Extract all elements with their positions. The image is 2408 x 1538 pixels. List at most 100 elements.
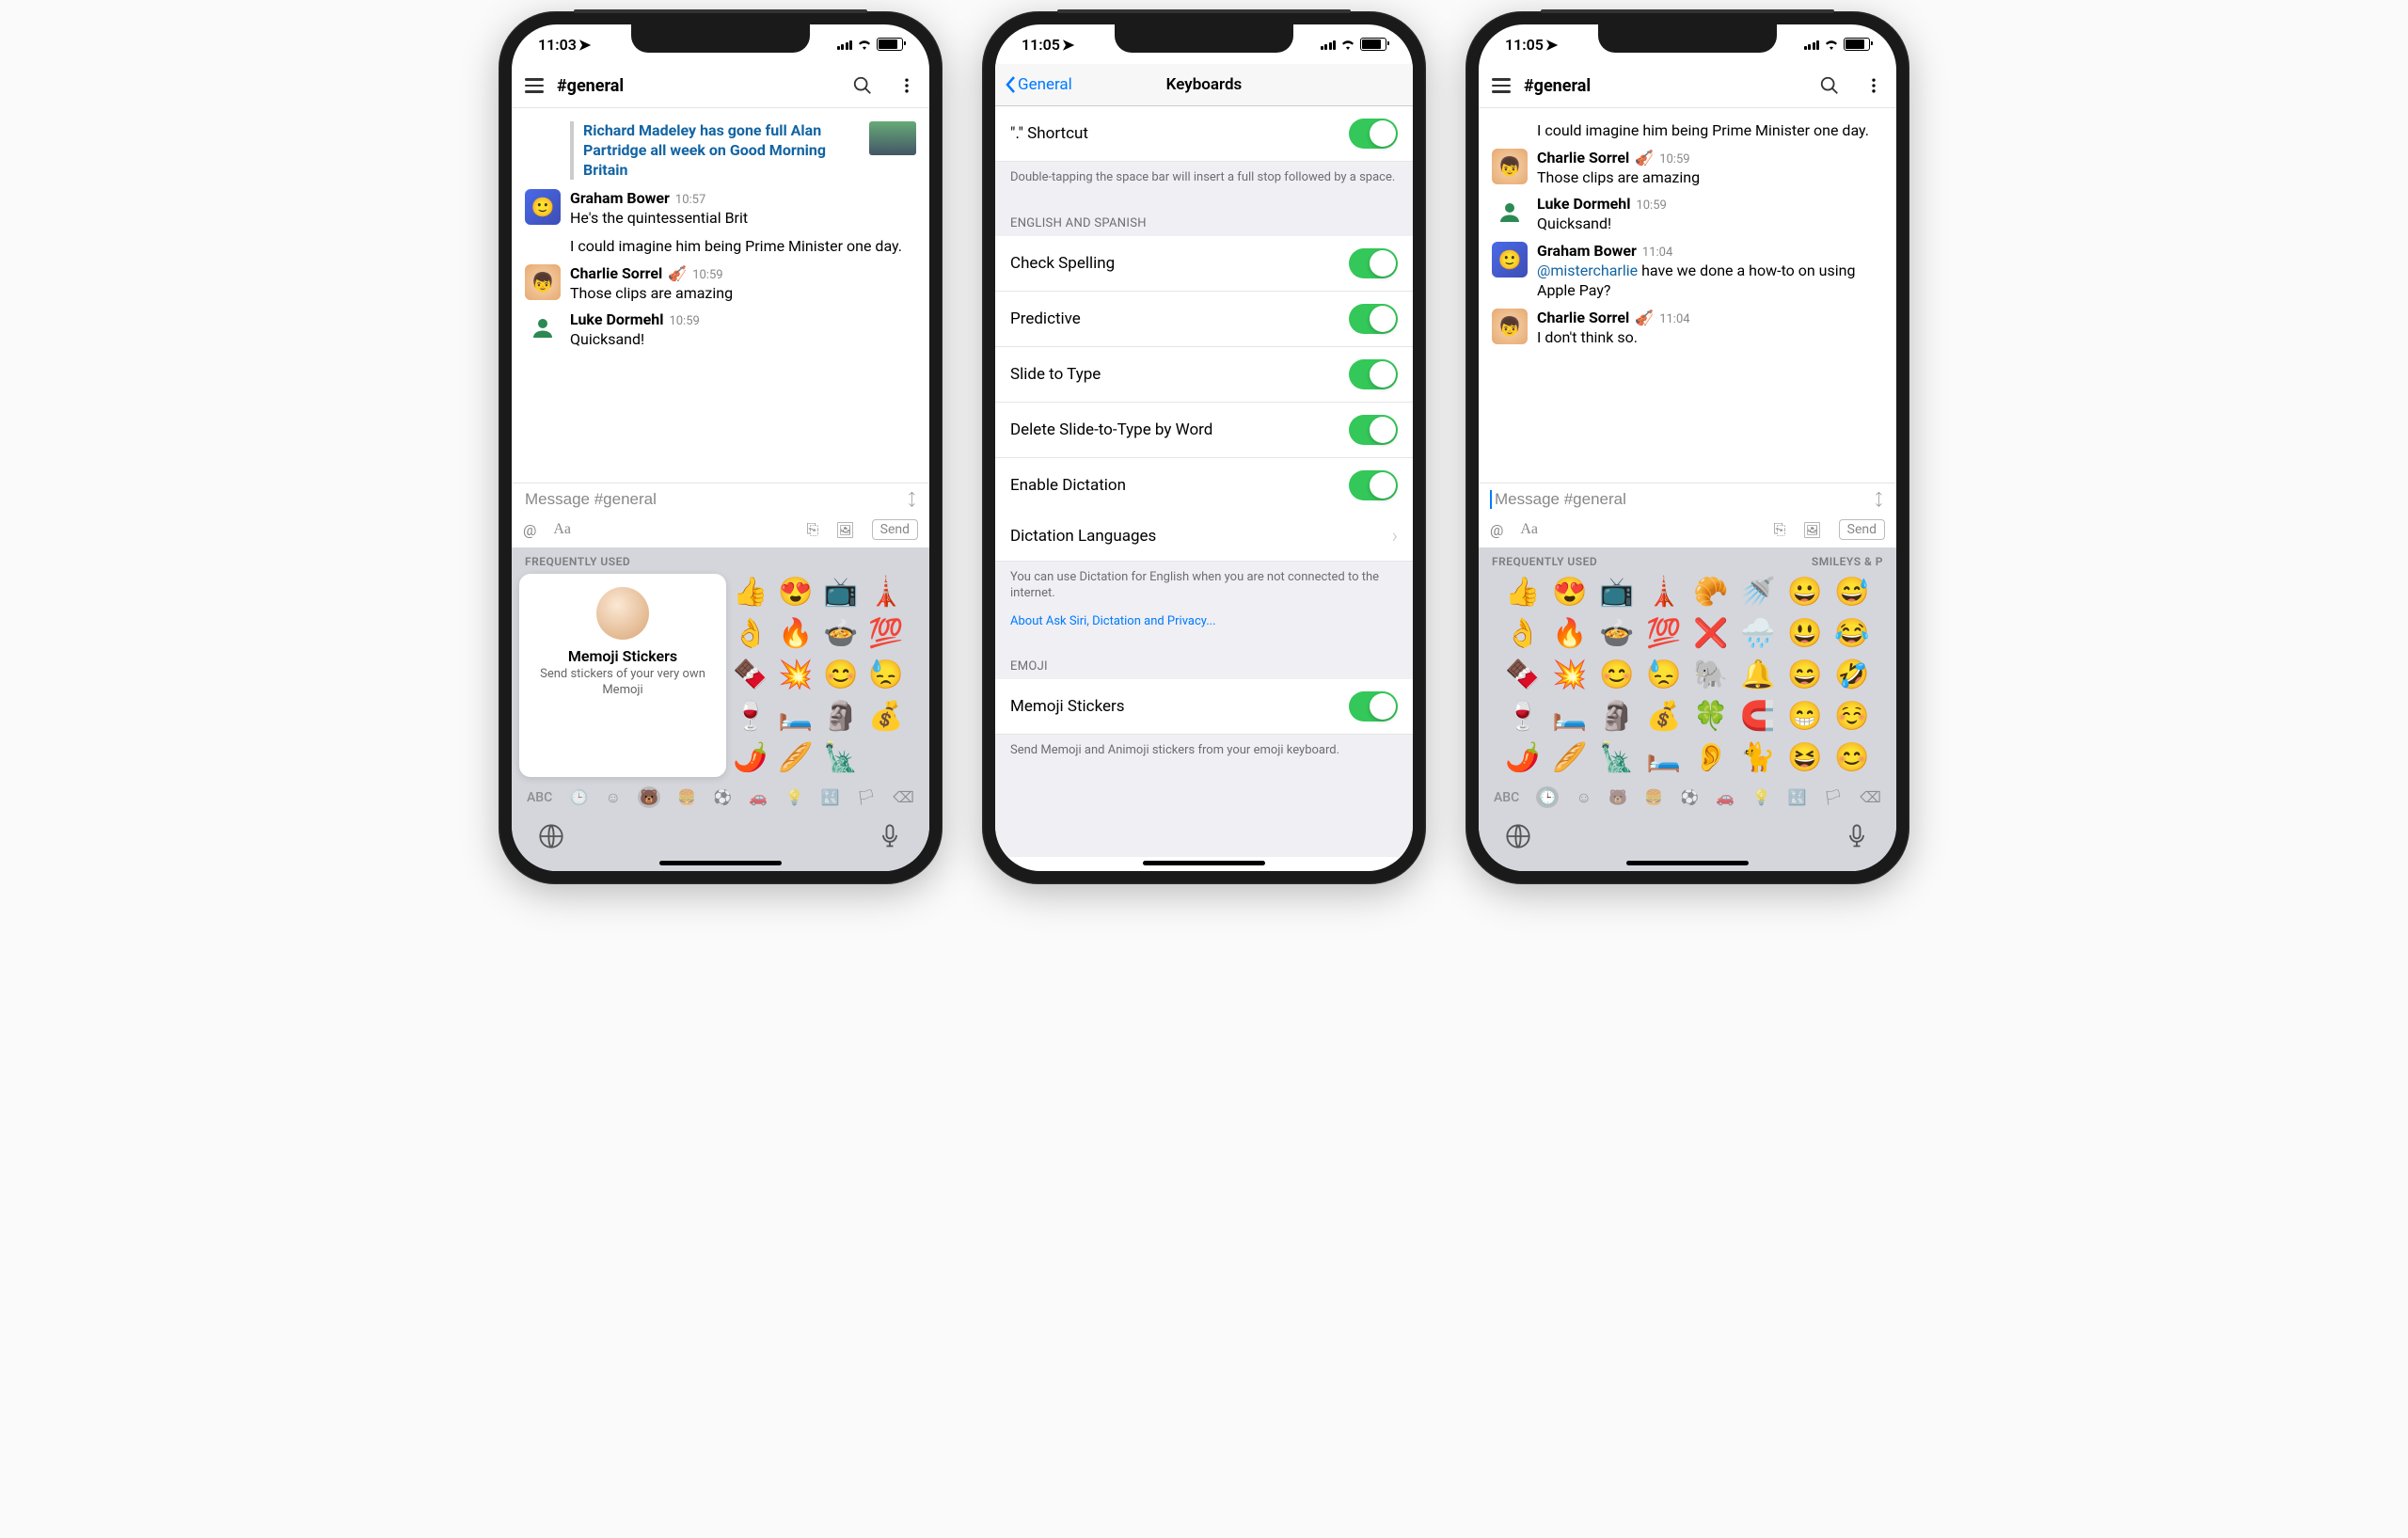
emoji-cell[interactable]: 🔥 (1550, 615, 1590, 653)
emoji-cell[interactable]: 🌶️ (1503, 739, 1543, 777)
send-button[interactable]: Send (1839, 519, 1885, 540)
avatar[interactable]: 👦 (1492, 149, 1528, 184)
backspace-icon[interactable]: ⌫ (893, 788, 914, 806)
format-button[interactable]: Aa (1520, 521, 1538, 538)
emoji-cell[interactable]: 🍫 (1503, 657, 1543, 694)
emoji-cell[interactable]: 😁 (1785, 698, 1825, 736)
activity-cat-icon[interactable]: ⚽ (1680, 788, 1699, 806)
emoji-cell[interactable]: 😀 (1785, 574, 1825, 611)
emoji-cell[interactable]: 🛏️ (777, 698, 815, 736)
search-icon[interactable] (852, 75, 873, 96)
recents-icon[interactable]: 🕒 (1536, 786, 1559, 808)
mention-button[interactable]: @ (1490, 521, 1503, 539)
emoji-cell[interactable]: 🐘 (1691, 657, 1731, 694)
toggle[interactable] (1349, 470, 1398, 500)
message-input[interactable] (523, 489, 906, 510)
emoji-cell[interactable]: 😃 (1785, 615, 1825, 653)
emoji-cell[interactable]: 🗼 (867, 574, 905, 611)
symbols-cat-icon[interactable]: 🔣 (1788, 788, 1807, 806)
mic-icon[interactable] (877, 823, 903, 849)
abc-button[interactable]: ABC (1494, 790, 1519, 805)
emoji-cell[interactable]: 😄 (1785, 657, 1825, 694)
attach-button[interactable]: ⎘ (1774, 520, 1786, 539)
travel-cat-icon[interactable]: 🚗 (749, 788, 768, 806)
emoji-cell[interactable]: 🐈 (1738, 739, 1778, 777)
emoji-cell[interactable]: 😊 (1832, 739, 1872, 777)
setting-dictation-lang[interactable]: Dictation Languages › (995, 513, 1413, 562)
emoji-cell[interactable]: 👍 (1503, 574, 1543, 611)
avatar[interactable]: 🙂 (525, 189, 561, 225)
emoji-cell[interactable]: 🗽 (822, 739, 860, 777)
emoji-cell[interactable] (867, 739, 905, 777)
emoji-cell[interactable]: 🍲 (822, 615, 860, 653)
emoji-cell[interactable]: 🚿 (1738, 574, 1778, 611)
toggle[interactable] (1349, 248, 1398, 278)
smiley-cat-icon[interactable]: ☺ (606, 788, 621, 807)
emoji-cell[interactable]: 👌 (1503, 615, 1543, 653)
emoji-cell[interactable]: 😅 (1832, 574, 1872, 611)
more-icon[interactable] (1864, 76, 1883, 95)
image-button[interactable]: 🖼︎ (1802, 521, 1821, 539)
emoji-cell[interactable]: 🍀 (1691, 698, 1731, 736)
emoji-cell[interactable]: 🍲 (1597, 615, 1637, 653)
emoji-cell[interactable]: 😆 (1785, 739, 1825, 777)
memoji-cat-icon[interactable]: 🐻 (1608, 788, 1627, 806)
emoji-cell[interactable]: 🗽 (1597, 739, 1637, 777)
image-button[interactable]: 🖼︎ (835, 521, 854, 539)
avatar[interactable] (525, 310, 561, 346)
emoji-cell[interactable]: 🛏️ (1644, 739, 1684, 777)
memoji-popup[interactable]: Memoji Stickers Send stickers of your ve… (519, 574, 726, 777)
emoji-cell[interactable]: 😊 (822, 657, 860, 694)
globe-icon[interactable] (538, 823, 564, 849)
emoji-cell[interactable]: 📺 (1597, 574, 1637, 611)
emoji-cell[interactable]: 🍷 (1503, 698, 1543, 736)
back-button[interactable]: General (1005, 75, 1072, 94)
smiley-cat-icon[interactable]: ☺ (1576, 788, 1592, 807)
search-icon[interactable] (1819, 75, 1840, 96)
emoji-cell[interactable]: 🗿 (1597, 698, 1637, 736)
memoji-cat-icon[interactable]: 🐻 (638, 786, 660, 808)
menu-button[interactable] (525, 78, 544, 93)
emoji-cell[interactable]: 😂 (1832, 615, 1872, 653)
avatar[interactable]: 👦 (1492, 309, 1528, 344)
emoji-cell[interactable]: 🗼 (1644, 574, 1684, 611)
emoji-cell[interactable]: 🌶️ (732, 739, 769, 777)
emoji-cell[interactable]: 👍 (732, 574, 769, 611)
mic-icon[interactable] (1844, 823, 1870, 849)
more-icon[interactable] (897, 76, 916, 95)
emoji-cell[interactable]: 🍷 (732, 698, 769, 736)
emoji-cell[interactable]: 🌧️ (1738, 615, 1778, 653)
emoji-cell[interactable]: 🍫 (732, 657, 769, 694)
avatar[interactable]: 🙂 (1492, 242, 1528, 277)
emoji-cell[interactable]: 💯 (867, 615, 905, 653)
mention-button[interactable]: @ (523, 521, 536, 539)
emoji-cell[interactable]: 🗿 (822, 698, 860, 736)
avatar[interactable] (1492, 195, 1528, 230)
flags-cat-icon[interactable]: 🏳 (1824, 788, 1843, 806)
emoji-cell[interactable]: 🤣 (1832, 657, 1872, 694)
home-indicator[interactable] (1626, 861, 1749, 865)
home-indicator[interactable] (659, 861, 782, 865)
toggle[interactable] (1349, 119, 1398, 149)
objects-cat-icon[interactable]: 💡 (1752, 788, 1771, 806)
avatar[interactable]: 👦 (525, 264, 561, 300)
emoji-cell[interactable]: 😓 (1644, 657, 1684, 694)
emoji-cell[interactable]: 😓 (867, 657, 905, 694)
emoji-cell[interactable]: 🧲 (1738, 698, 1778, 736)
emoji-cell[interactable]: 😍 (777, 574, 815, 611)
objects-cat-icon[interactable]: 💡 (785, 788, 804, 806)
privacy-link[interactable]: About Ask Siri, Dictation and Privacy... (1010, 613, 1398, 630)
emoji-cell[interactable]: 🥖 (1550, 739, 1590, 777)
backspace-icon[interactable]: ⌫ (1860, 788, 1881, 806)
flags-cat-icon[interactable]: 🏳 (857, 788, 876, 806)
message-input[interactable] (1493, 489, 1873, 510)
emoji-cell[interactable]: 🛏️ (1550, 698, 1590, 736)
toggle[interactable] (1349, 304, 1398, 334)
toggle[interactable] (1349, 691, 1398, 721)
emoji-cell[interactable]: 👂 (1691, 739, 1731, 777)
emoji-cell[interactable]: 🥖 (777, 739, 815, 777)
emoji-cell[interactable]: 🔔 (1738, 657, 1778, 694)
send-button[interactable]: Send (872, 519, 918, 540)
food-cat-icon[interactable]: 🍔 (677, 788, 696, 806)
emoji-cell[interactable]: 😊 (1597, 657, 1637, 694)
